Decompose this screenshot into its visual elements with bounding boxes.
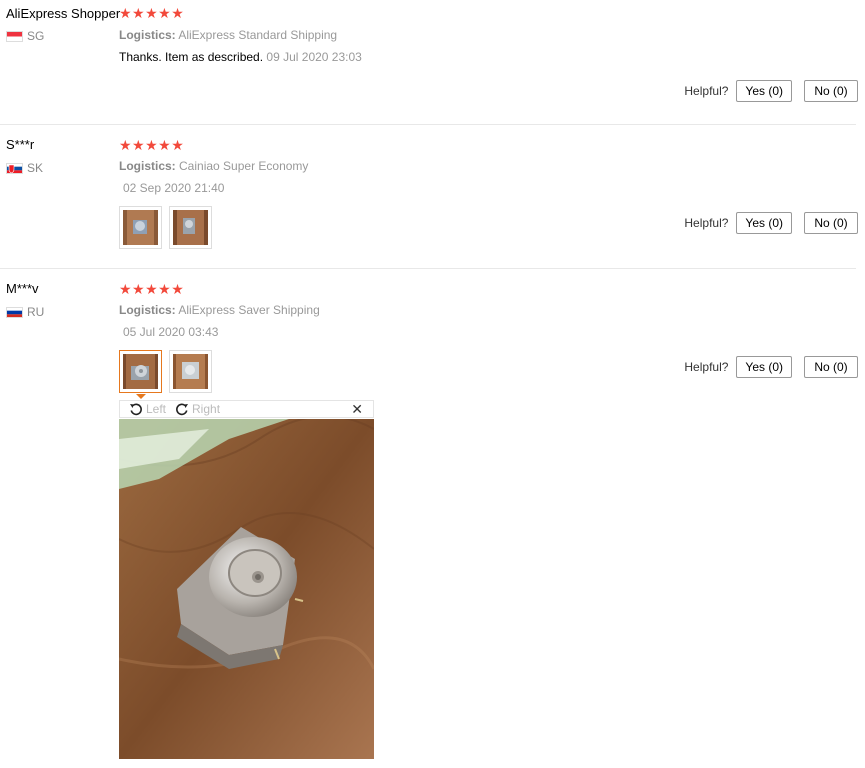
helpful-yes-button[interactable]: Yes (0) xyxy=(736,80,792,102)
photo-thumbnail-image xyxy=(123,210,158,245)
reviewer-country: SK xyxy=(6,161,43,175)
helpful-label: Helpful? xyxy=(684,216,729,230)
logistics-method: Cainiao Super Economy xyxy=(179,159,309,173)
country-code: RU xyxy=(27,305,45,319)
helpful-yes-button[interactable]: Yes (0) xyxy=(736,356,792,378)
country-code: SG xyxy=(27,29,45,43)
review-feedback: Thanks. Item as described. 09 Jul 2020 2… xyxy=(119,50,362,64)
rotate-right-button[interactable]: Right xyxy=(175,402,220,416)
star-rating: ★★★★★ xyxy=(119,5,185,21)
logistics-info: Logistics: AliExpress Saver Shipping xyxy=(119,303,320,317)
rotate-right-icon xyxy=(176,403,189,416)
ru-flag-icon xyxy=(6,306,23,318)
enlarged-review-photo xyxy=(119,419,374,759)
helpful-yes-button[interactable]: Yes (0) xyxy=(736,212,792,234)
logistics-info: Logistics: AliExpress Standard Shipping xyxy=(119,28,337,42)
review-photo-thumbnail[interactable] xyxy=(169,350,212,393)
product-photo-image xyxy=(119,419,374,759)
helpful-label: Helpful? xyxy=(684,84,729,98)
close-viewer-icon[interactable]: ✕ xyxy=(351,401,363,417)
rotate-left-label: Left xyxy=(146,402,167,416)
logistics-label: Logistics: xyxy=(119,159,176,173)
reviewer-name: M***v xyxy=(6,281,39,296)
helpful-no-button[interactable]: No (0) xyxy=(804,80,858,102)
review-date: 02 Sep 2020 21:40 xyxy=(123,181,225,195)
rotate-left-button[interactable]: Left xyxy=(129,402,166,416)
review-photo-thumbnail[interactable] xyxy=(169,206,212,249)
reviewer-name: S***r xyxy=(6,137,35,152)
reviewer-country: SG xyxy=(6,29,44,43)
review-item: AliExpress Shopper SG ★★★★★ Logistics: A… xyxy=(0,0,858,124)
country-code: SK xyxy=(27,161,44,175)
rotate-right-label: Right xyxy=(192,402,221,416)
photo-thumbnail-image xyxy=(123,354,158,389)
reviewer-country: RU xyxy=(6,305,44,319)
logistics-method: AliExpress Saver Shipping xyxy=(178,303,320,317)
photo-thumbnail-image xyxy=(173,210,208,245)
reviewer-name: AliExpress Shopper xyxy=(6,6,121,21)
sg-flag-icon xyxy=(6,30,23,42)
photo-thumbnail-image xyxy=(173,354,208,389)
review-photo-thumbnail[interactable] xyxy=(119,206,162,249)
helpful-vote: Helpful? Yes (0) No (0) xyxy=(684,212,858,234)
feedback-text: Thanks. Item as described. xyxy=(119,50,264,64)
star-rating: ★★★★★ xyxy=(119,137,185,153)
helpful-vote: Helpful? Yes (0) No (0) xyxy=(684,356,858,378)
star-rating: ★★★★★ xyxy=(119,281,185,297)
logistics-method: AliExpress Standard Shipping xyxy=(178,28,338,42)
review-date: 09 Jul 2020 23:03 xyxy=(266,50,362,64)
review-date: 05 Jul 2020 03:43 xyxy=(123,325,219,339)
helpful-no-button[interactable]: No (0) xyxy=(804,212,858,234)
rotate-left-icon xyxy=(130,403,142,416)
review-item: S***r SK ★★★★★ Logistics: Cainiao Super … xyxy=(0,125,858,268)
image-viewer-toolbar: Left Right ✕ xyxy=(119,400,374,418)
logistics-label: Logistics: xyxy=(119,28,176,42)
sk-flag-icon xyxy=(6,162,23,174)
review-photo-thumbnail-active[interactable] xyxy=(119,350,162,393)
logistics-info: Logistics: Cainiao Super Economy xyxy=(119,159,308,173)
helpful-label: Helpful? xyxy=(684,360,729,374)
helpful-vote: Helpful? Yes (0) No (0) xyxy=(684,80,858,102)
active-thumbnail-pointer xyxy=(136,394,146,399)
helpful-no-button[interactable]: No (0) xyxy=(804,356,858,378)
logistics-label: Logistics: xyxy=(119,303,176,317)
